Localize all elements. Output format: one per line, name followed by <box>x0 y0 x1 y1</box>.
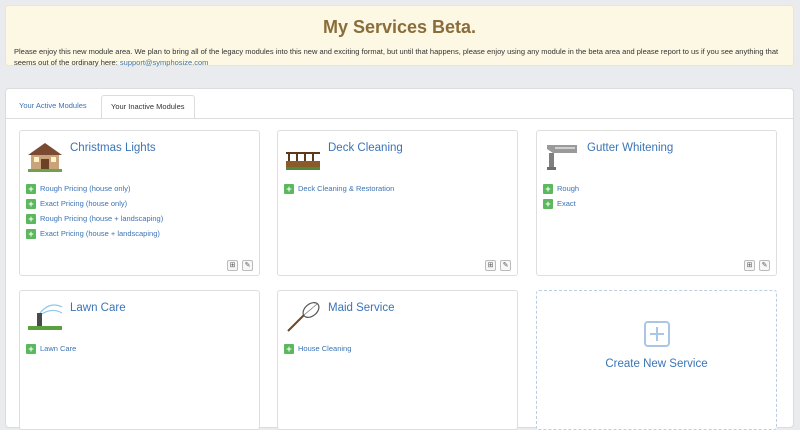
house-icon <box>28 143 62 172</box>
beta-notice: Please enjoy this new module area. We pl… <box>14 46 785 68</box>
create-new-service-button[interactable]: Create New Service <box>536 290 777 430</box>
option-item[interactable]: + Deck Cleaning & Restoration <box>284 181 394 196</box>
card-actions: ⊞ ✎ <box>227 260 253 271</box>
options-list: + House Cleaning <box>284 341 351 356</box>
feather-duster-icon <box>287 302 320 332</box>
option-label[interactable]: House Cleaning <box>298 344 351 353</box>
create-new-service-label[interactable]: Create New Service <box>537 358 776 370</box>
option-item[interactable]: + Lawn Care <box>26 341 76 356</box>
option-label[interactable]: Exact Pricing (house + landscaping) <box>40 229 160 238</box>
page-title: My Services Beta. <box>322 17 477 37</box>
service-card-gutter-whitening: Gutter Whitening + Rough + Exact ⊞ ✎ <box>536 130 777 276</box>
edit-icon[interactable]: ✎ <box>242 260 253 271</box>
add-icon[interactable]: + <box>26 213 36 224</box>
tab-divider <box>6 118 793 119</box>
option-label[interactable]: Rough Pricing (house only) <box>40 184 130 193</box>
options-list: + Rough + Exact <box>543 181 579 211</box>
tab-inactive-modules[interactable]: Your Inactive Modules <box>101 95 195 119</box>
service-title: Deck Cleaning <box>328 142 403 154</box>
add-icon[interactable]: + <box>26 183 36 194</box>
options-list: + Rough Pricing (house only) + Exact Prici… <box>26 181 163 241</box>
add-icon[interactable]: + <box>284 343 294 354</box>
expand-icon[interactable]: ⊞ <box>485 260 496 271</box>
expand-icon[interactable]: ⊞ <box>744 260 755 271</box>
option-item[interactable]: + Exact Pricing (house only) <box>26 196 163 211</box>
option-item[interactable]: + House Cleaning <box>284 341 351 356</box>
service-card-maid-service: Maid Service + House Cleaning <box>277 290 518 430</box>
option-item[interactable]: + Exact Pricing (house + landscaping) <box>26 226 163 241</box>
service-card-christmas-lights: Christmas Lights + Rough Pricing (house o… <box>19 130 260 276</box>
expand-icon[interactable]: ⊞ <box>227 260 238 271</box>
service-title: Maid Service <box>328 302 395 314</box>
sprinkler-icon <box>28 304 63 330</box>
options-list: + Deck Cleaning & Restoration <box>284 181 394 196</box>
option-item[interactable]: + Exact <box>543 196 579 211</box>
service-card-deck-cleaning: Deck Cleaning + Deck Cleaning & Restorati… <box>277 130 518 276</box>
option-item[interactable]: + Rough <box>543 181 579 196</box>
service-title: Christmas Lights <box>70 142 156 154</box>
service-title: Gutter Whitening <box>587 142 674 154</box>
add-icon[interactable]: + <box>284 183 294 194</box>
option-item[interactable]: + Rough Pricing (house only) <box>26 181 163 196</box>
service-card-lawn-care: Lawn Care + Lawn Care <box>19 290 260 430</box>
card-actions: ⊞ ✎ <box>485 260 511 271</box>
add-icon[interactable]: + <box>543 183 553 194</box>
add-icon[interactable]: + <box>26 198 36 209</box>
edit-icon[interactable]: ✎ <box>759 260 770 271</box>
options-list: + Lawn Care <box>26 341 76 356</box>
option-label[interactable]: Deck Cleaning & Restoration <box>298 184 394 193</box>
add-icon[interactable]: + <box>543 198 553 209</box>
deck-icon <box>286 152 320 170</box>
beta-banner: My Services Beta. Please enjoy this new … <box>5 5 794 68</box>
support-email-link[interactable]: support@symphosize.com <box>120 58 208 67</box>
add-icon[interactable]: + <box>26 228 36 239</box>
tab-active-modules[interactable]: Your Active Modules <box>10 95 96 119</box>
edit-icon[interactable]: ✎ <box>500 260 511 271</box>
option-label[interactable]: Rough <box>557 184 579 193</box>
service-title: Lawn Care <box>70 302 126 314</box>
card-actions: ⊞ ✎ <box>744 260 770 271</box>
option-item[interactable]: + Rough Pricing (house + landscaping) <box>26 211 163 226</box>
option-label[interactable]: Rough Pricing (house + landscaping) <box>40 214 163 223</box>
option-label[interactable]: Lawn Care <box>40 344 76 353</box>
option-label[interactable]: Exact <box>557 199 576 208</box>
add-icon[interactable]: + <box>26 343 36 354</box>
option-label[interactable]: Exact Pricing (house only) <box>40 199 127 208</box>
plus-square-icon <box>644 321 670 347</box>
gutter-icon <box>547 145 577 170</box>
